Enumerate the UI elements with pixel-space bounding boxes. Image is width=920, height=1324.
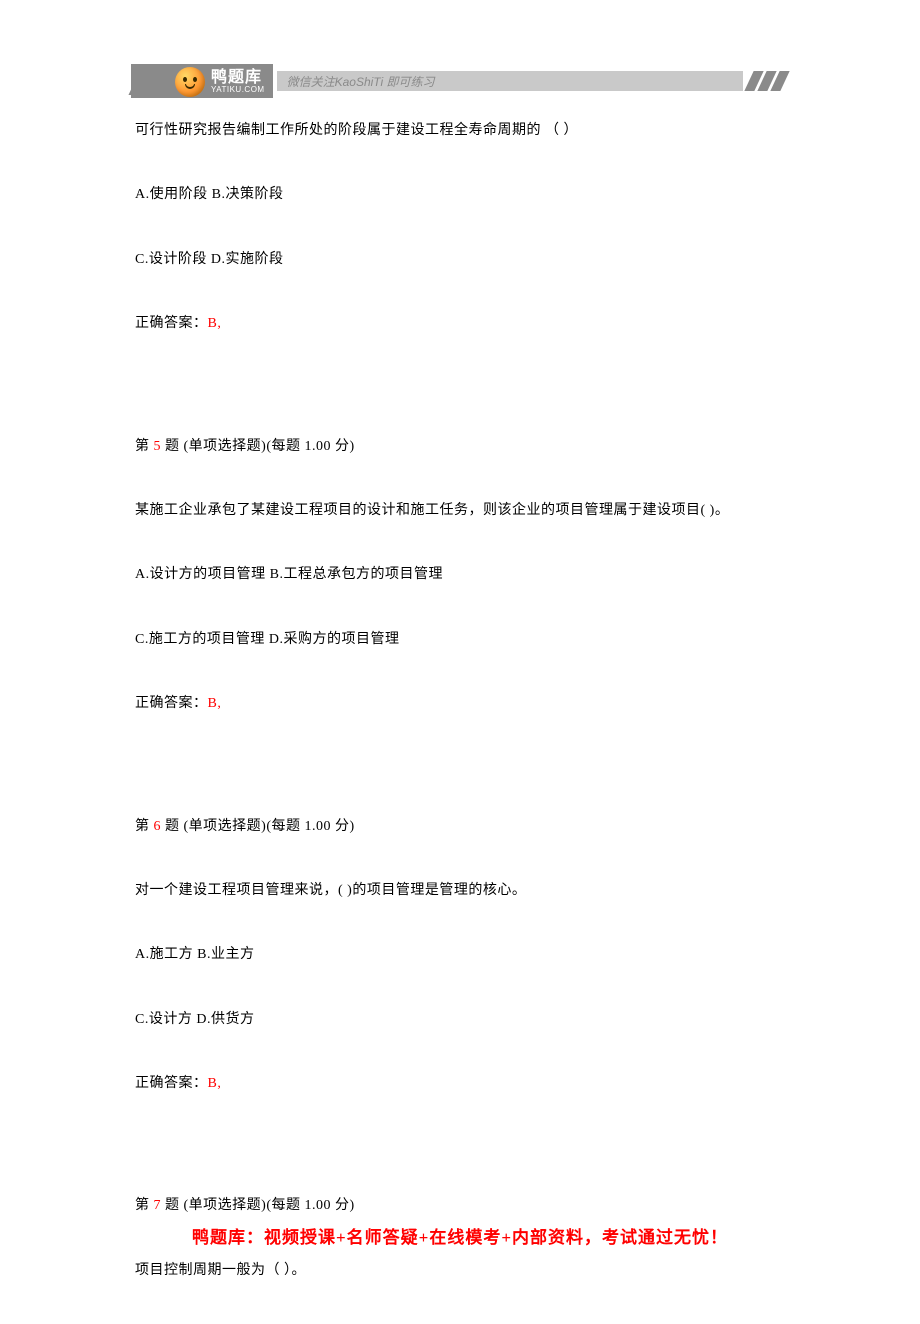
q6-header: 第 6 题 (单项选择题)(每题 1.00 分): [135, 816, 785, 838]
q4-stem: 可行性研究报告编制工作所处的阶段属于建设工程全寿命周期的 （ ）: [135, 120, 785, 142]
answer-label: 正确答案：: [135, 696, 208, 711]
q-header-post: 题 (单项选择题)(每题 1.00 分): [161, 819, 355, 834]
q6-stem: 对一个建设工程项目管理来说，( )的项目管理是管理的核心。: [135, 880, 785, 902]
answer-value: B,: [208, 696, 222, 711]
q-number: 7: [154, 1198, 162, 1213]
answer-value: B,: [208, 1076, 222, 1091]
duck-face-icon: [175, 67, 205, 97]
q5-options-cd: C.施工方的项目管理 D.采购方的项目管理: [135, 629, 785, 651]
answer-label: 正确答案：: [135, 316, 208, 331]
q6-answer: 正确答案：B,: [135, 1073, 785, 1095]
q4-options-cd: C.设计阶段 D.实施阶段: [135, 249, 785, 271]
q-header-pre: 第: [135, 439, 154, 454]
answer-value: B,: [208, 316, 222, 331]
header-stripe-right: [749, 71, 785, 91]
q-header-pre: 第: [135, 1198, 154, 1213]
q4-options-ab: A.使用阶段 B.决策阶段: [135, 184, 785, 206]
q5-header: 第 5 题 (单项选择题)(每题 1.00 分): [135, 436, 785, 458]
q6-options-ab: A.施工方 B.业主方: [135, 944, 785, 966]
header-banner-text: 微信关注KaoShiTi 即可练习: [287, 73, 435, 90]
q-header-post: 题 (单项选择题)(每题 1.00 分): [161, 1198, 355, 1213]
answer-label: 正确答案：: [135, 1076, 208, 1091]
logo: 鸭题库 YATIKU.COM: [163, 64, 273, 98]
q-number: 5: [154, 439, 162, 454]
q4-answer: 正确答案：B,: [135, 313, 785, 335]
footer-text: 鸭题库：视频授课+名师答疑+在线模考+内部资料，考试通过无忧！: [192, 1228, 728, 1247]
q5-options-ab: A.设计方的项目管理 B.工程总承包方的项目管理: [135, 564, 785, 586]
q-header-post: 题 (单项选择题)(每题 1.00 分): [161, 439, 355, 454]
q7-stem: 项目控制周期一般为（ ）。: [135, 1260, 785, 1282]
q6-options-cd: C.设计方 D.供货方: [135, 1009, 785, 1031]
page-header: 鸭题库 YATIKU.COM 微信关注KaoShiTi 即可练习: [135, 65, 785, 97]
logo-title: 鸭题库: [211, 70, 265, 86]
page-footer: 鸭题库：视频授课+名师答疑+在线模考+内部资料，考试通过无忧！: [0, 1223, 920, 1248]
document-body: 可行性研究报告编制工作所处的阶段属于建设工程全寿命周期的 （ ） A.使用阶段 …: [135, 120, 785, 1324]
q-number: 6: [154, 819, 162, 834]
q7-header: 第 7 题 (单项选择题)(每题 1.00 分): [135, 1195, 785, 1217]
header-banner: 微信关注KaoShiTi 即可练习: [277, 71, 743, 91]
q5-stem: 某施工企业承包了某建设工程项目的设计和施工任务，则该企业的项目管理属于建设项目(…: [135, 500, 785, 522]
logo-subtitle: YATIKU.COM: [211, 86, 265, 94]
q-header-pre: 第: [135, 819, 154, 834]
q5-answer: 正确答案：B,: [135, 693, 785, 715]
